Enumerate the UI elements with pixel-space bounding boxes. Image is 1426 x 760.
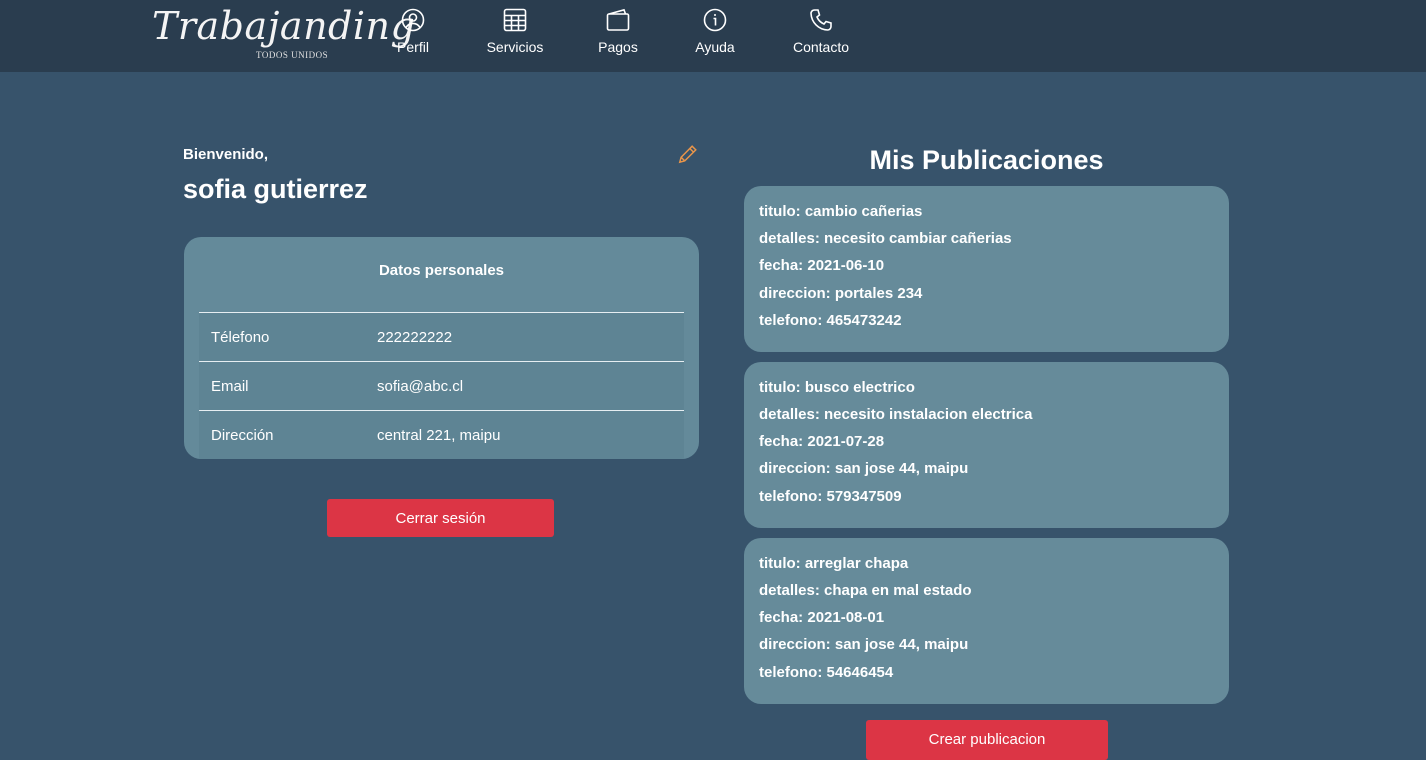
publication-date: fecha: 2021-08-01 [759,609,885,626]
logo-subtitle: TODOS UNIDOS [256,50,329,60]
brand-logo[interactable]: Trabajanding TODOS UNIDOS [152,4,415,64]
phone-label: Télefono [211,328,270,346]
address-value: central 221, maipu [377,426,501,444]
personal-data-title: Datos personales [378,262,505,279]
table-row: Email sofia@abc.cl [199,361,684,411]
publication-details: detalles: necesito instalacion electrica [759,406,1033,423]
wallet-icon [606,8,630,31]
person-circle-icon [401,8,425,32]
nav-label-servicios: Servicios [486,39,544,55]
nav-perfil[interactable]: Perfil [388,8,438,58]
welcome-text: Bienvenido, [183,146,269,163]
pencil-icon[interactable] [677,143,699,165]
nav-label-contacto: Contacto [792,39,850,55]
publication-address: direccion: portales 234 [759,285,923,302]
email-label: Email [211,377,249,395]
publication-address: direccion: san jose 44, maipu [759,636,969,653]
publications-title: Mis Publicaciones [869,145,1104,175]
nav-servicios[interactable]: Servicios [480,8,550,58]
table-icon [503,8,527,32]
publication-details: detalles: necesito cambiar cañerias [759,230,1012,247]
publication-date: fecha: 2021-07-28 [759,433,885,450]
create-publication-button[interactable]: Crear publicacion [866,720,1108,760]
address-label: Dirección [211,426,274,444]
logout-button[interactable]: Cerrar sesión [327,499,554,537]
nav-ayuda[interactable]: Ayuda [690,8,740,58]
nav-pagos[interactable]: Pagos [593,8,643,58]
nav-label-ayuda: Ayuda [695,39,735,55]
publication-card[interactable]: titulo: arreglar chapa detalles: chapa e… [744,538,1229,704]
publication-details: detalles: chapa en mal estado [759,582,972,599]
top-navbar: Trabajanding TODOS UNIDOS Perfil Servici… [0,0,1426,72]
publication-card[interactable]: titulo: cambio cañerias detalles: necesi… [744,186,1229,352]
nav-contacto[interactable]: Contacto [786,8,856,58]
email-value: sofia@abc.cl [377,377,464,395]
phone-value: 222222222 [377,328,453,346]
publication-title: titulo: cambio cañerias [759,203,923,220]
nav-label-perfil: Perfil [397,39,429,55]
publication-title: titulo: busco electrico [759,379,915,396]
personal-data-card: Datos personales Télefono 222222222 Emai… [184,237,699,459]
publication-title: titulo: arreglar chapa [759,555,909,572]
phone-icon [810,9,832,31]
personal-data-table: Télefono 222222222 Email sofia@abc.cl Di… [199,312,684,459]
publication-date: fecha: 2021-06-10 [759,257,885,274]
publication-card[interactable]: titulo: busco electrico detalles: necesi… [744,362,1229,528]
publication-phone: telefono: 579347509 [759,488,902,505]
user-name: sofia gutierrez [183,174,368,204]
publication-phone: telefono: 54646454 [759,664,894,681]
table-row: Dirección central 221, maipu [199,410,684,459]
nav-label-pagos: Pagos [598,39,638,55]
publication-phone: telefono: 465473242 [759,312,902,329]
publication-address: direccion: san jose 44, maipu [759,460,969,477]
info-icon [703,8,727,32]
table-row: Télefono 222222222 [199,312,684,362]
logo-text: Trabajanding [152,4,416,48]
